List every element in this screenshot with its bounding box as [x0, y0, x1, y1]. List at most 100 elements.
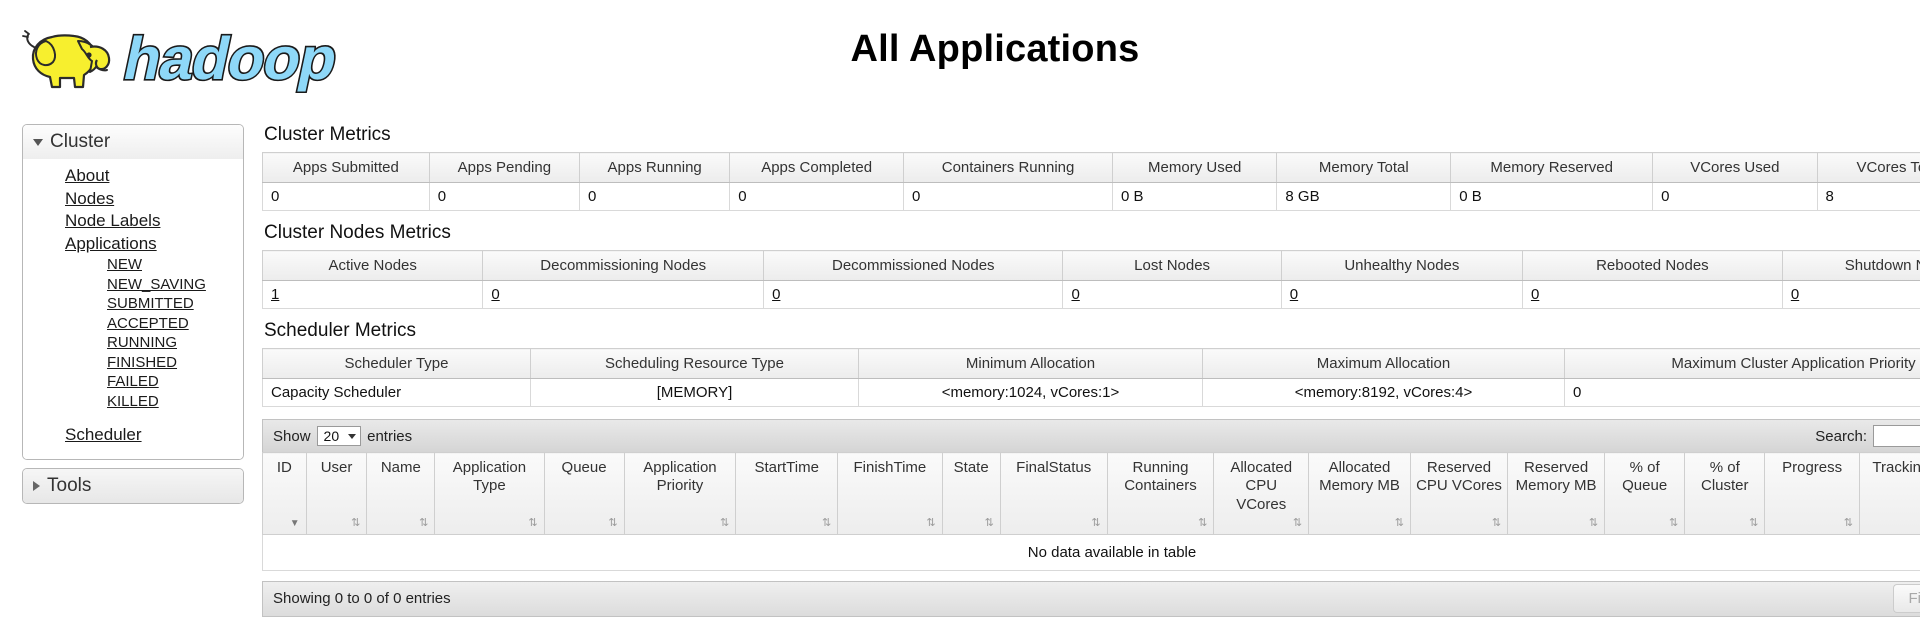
scheduler-metrics-table: Scheduler Type Scheduling Resource Type … — [262, 348, 1920, 407]
val-memory-total: 8 GB — [1276, 182, 1452, 211]
col-unhealthy-nodes: Unhealthy Nodes — [1280, 250, 1523, 281]
val-maximum-cluster-application-priority: 0 — [1564, 378, 1920, 407]
sidebar-item-state-new-saving[interactable]: NEW_SAVING — [107, 275, 243, 295]
sort-icon: ⇅ — [1843, 516, 1853, 529]
col-active-nodes: Active Nodes — [261, 250, 484, 281]
col-containers-running: Containers Running — [903, 152, 1114, 183]
sidebar-item-state-new[interactable]: NEW — [107, 255, 243, 275]
col-vcores-used: VCores Used — [1652, 152, 1818, 183]
col-memory-used: Memory Used — [1112, 152, 1278, 183]
table-header-row: ID ▼ User ⇅ Name ⇅ Application Type ⇅ Queue ⇅… — [262, 452, 1920, 535]
col-user[interactable]: User ⇅ — [305, 452, 368, 535]
tools-panel-header[interactable]: Tools — [23, 469, 243, 504]
datatable-footer: Showing 0 to 0 of 0 entries First Previo… — [262, 580, 1920, 617]
sort-icon: ⇅ — [608, 516, 618, 529]
col-state[interactable]: State ⇅ — [941, 452, 1001, 535]
main-content: Cluster Metrics Apps Submitted Apps Pend… — [261, 124, 1920, 617]
table-empty-row: No data available in table — [262, 534, 1920, 571]
sort-icon: ⇅ — [1588, 516, 1599, 529]
page-length-value: 20 — [323, 428, 340, 444]
col-percent-of-cluster[interactable]: % of Cluster ⇅ — [1684, 452, 1766, 535]
tools-panel-label: Tools — [47, 475, 92, 497]
pagination-first-button[interactable]: First — [1893, 584, 1920, 614]
col-maximum-allocation: Maximum Allocation — [1202, 348, 1565, 379]
cluster-nodes-metrics-table: Active Nodes Decommissioning Nodes Decom… — [261, 250, 1920, 309]
col-application-priority[interactable]: Application Priority ⇅ — [623, 452, 737, 535]
resourcemanager-page: hadoop All Applications Cluster About No… — [0, 0, 1920, 640]
col-starttime[interactable]: StartTime ⇅ — [735, 452, 839, 535]
val-decommissioned-nodes[interactable]: 0 — [763, 280, 1064, 309]
cluster-panel: Cluster About Nodes Node Labels Applicat… — [22, 124, 244, 461]
sort-desc-icon: ▼ — [289, 517, 300, 529]
col-percent-of-queue[interactable]: % of Queue ⇅ — [1604, 452, 1686, 535]
col-allocated-memory-mb[interactable]: Allocated Memory MB ⇅ — [1308, 452, 1411, 535]
val-vcores-total: 8 — [1816, 182, 1920, 211]
empty-message: No data available in table — [262, 534, 1920, 571]
val-apps-running: 0 — [578, 182, 731, 211]
search-control: Search: — [1815, 425, 1920, 447]
sort-icon: ⇅ — [1292, 516, 1303, 529]
cluster-panel-body: About Nodes Node Labels Applications NEW… — [23, 159, 243, 460]
col-queue[interactable]: Queue ⇅ — [543, 452, 625, 535]
col-minimum-allocation: Minimum Allocation — [858, 348, 1203, 379]
sidebar-item-state-killed[interactable]: KILLED — [107, 392, 243, 412]
chevron-down-icon — [348, 433, 357, 439]
val-shutdown-nodes[interactable]: 0 — [1781, 280, 1920, 309]
col-name[interactable]: Name ⇅ — [366, 452, 436, 535]
val-apps-pending: 0 — [428, 182, 581, 211]
col-finishtime[interactable]: FinishTime ⇅ — [837, 452, 943, 535]
sort-icon: ⇅ — [419, 516, 429, 529]
val-apps-completed: 0 — [729, 182, 905, 211]
sidebar: Cluster About Nodes Node Labels Applicat… — [22, 124, 244, 505]
cluster-nodes-metrics-title: Cluster Nodes Metrics — [264, 222, 451, 243]
col-running-containers[interactable]: Running Containers ⇅ — [1106, 452, 1215, 535]
col-apps-pending: Apps Pending — [428, 152, 581, 183]
sidebar-item-state-accepted[interactable]: ACCEPTED — [107, 314, 243, 334]
col-application-type[interactable]: Application Type ⇅ — [434, 452, 545, 535]
sidebar-item-nodes[interactable]: Nodes — [65, 188, 243, 211]
table-header-row: Active Nodes Decommissioning Nodes Decom… — [261, 250, 1920, 281]
pagination-controls: First Previous — [1893, 584, 1920, 614]
val-active-nodes[interactable]: 1 — [261, 280, 484, 309]
col-reserved-memory-mb[interactable]: Reserved Memory MB ⇅ — [1507, 452, 1606, 535]
sort-icon: ⇅ — [720, 516, 730, 529]
sort-icon: ⇅ — [1749, 516, 1759, 529]
val-scheduling-resource-type: [MEMORY] — [530, 378, 859, 407]
sidebar-item-state-submitted[interactable]: SUBMITTED — [107, 294, 243, 314]
sort-icon: ⇅ — [821, 516, 832, 529]
table-header-row: Scheduler Type Scheduling Resource Type … — [262, 348, 1920, 379]
sidebar-item-scheduler[interactable]: Scheduler — [65, 424, 243, 447]
sidebar-item-state-finished[interactable]: FINISHED — [107, 353, 243, 373]
val-unhealthy-nodes[interactable]: 0 — [1280, 280, 1523, 309]
col-progress[interactable]: Progress ⇅ — [1764, 452, 1860, 535]
cluster-panel-header[interactable]: Cluster — [23, 125, 243, 159]
col-tracking-ui[interactable]: Tracking UI⇅ — [1858, 452, 1920, 535]
col-decommissioned-nodes: Decommissioned Nodes — [763, 250, 1064, 281]
sidebar-item-applications[interactable]: Applications — [65, 233, 243, 256]
page-length-select[interactable]: 20 — [316, 426, 362, 446]
col-allocated-cpu-vcores[interactable]: Allocated CPU VCores ⇅ — [1213, 452, 1310, 535]
val-apps-submitted: 0 — [262, 182, 430, 211]
search-input[interactable] — [1873, 425, 1920, 447]
cluster-metrics-table: Apps Submitted Apps Pending Apps Running… — [262, 152, 1920, 211]
applications-datatable: Show 20 entries Search: ID ▼ User ⇅ Name… — [262, 419, 1920, 617]
val-decommissioning-nodes[interactable]: 0 — [482, 280, 765, 309]
col-apps-submitted: Apps Submitted — [262, 152, 430, 183]
col-apps-completed: Apps Completed — [729, 152, 905, 183]
val-containers-running: 0 — [903, 182, 1114, 211]
table-row: Capacity Scheduler [MEMORY] <memory:1024… — [262, 378, 1920, 407]
entries-label: entries — [367, 427, 413, 445]
sort-icon: ⇅ — [351, 516, 361, 529]
sidebar-item-about[interactable]: About — [65, 165, 243, 188]
col-reserved-cpu-vcores[interactable]: Reserved CPU VCores ⇅ — [1409, 452, 1509, 535]
val-lost-nodes[interactable]: 0 — [1062, 280, 1282, 309]
col-id[interactable]: ID ▼ — [262, 452, 307, 535]
sidebar-item-state-failed[interactable]: FAILED — [107, 372, 243, 392]
col-finalstatus[interactable]: FinalStatus ⇅ — [999, 452, 1108, 535]
sidebar-item-node-labels[interactable]: Node Labels — [65, 210, 243, 233]
cluster-panel-label: Cluster — [50, 131, 111, 152]
sidebar-item-state-running[interactable]: RUNNING — [107, 333, 243, 353]
val-rebooted-nodes[interactable]: 0 — [1521, 280, 1783, 309]
table-row: 1 0 0 0 0 0 0 — [261, 280, 1920, 309]
